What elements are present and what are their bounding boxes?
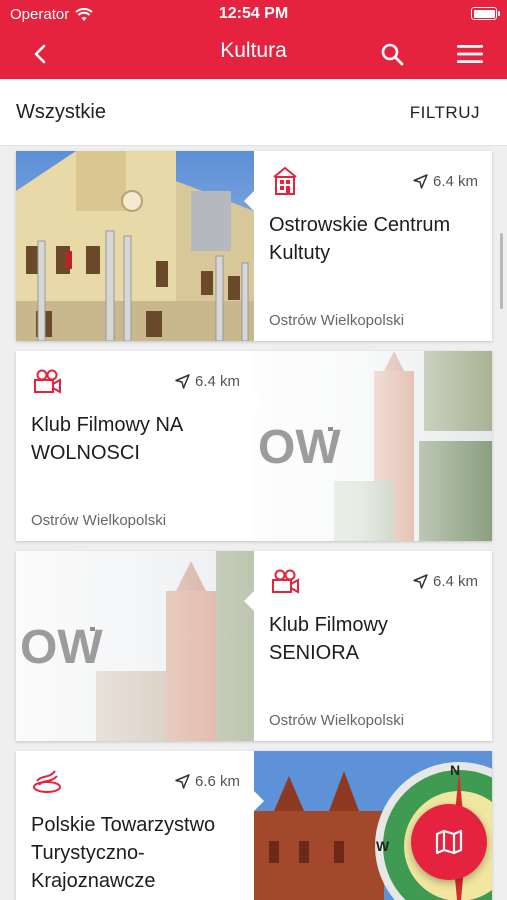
distance-value: 6.6 km <box>194 773 240 790</box>
place-city: Ostrów Wielkopolski <box>31 512 167 529</box>
location-arrow-icon <box>175 374 190 389</box>
app-header: Operator 12:54 PM Kultura <box>0 0 507 79</box>
place-card[interactable]: OW 6.4 km Klub Filmowy SENIORA Ostrów Wi… <box>16 551 492 741</box>
place-city: Ostrów Wielkopolski <box>269 712 405 729</box>
place-name: Ostrowskie Centrum Kultuty <box>269 214 451 264</box>
location-arrow-icon <box>413 174 428 189</box>
culture-house-icon <box>273 166 297 195</box>
place-name: Polskie Towarzystwo Turystyczno-Krajozna… <box>31 814 216 892</box>
distance-value: 6.4 km <box>432 573 478 590</box>
film-camera-icon <box>272 569 299 594</box>
all-categories-label[interactable]: Wszystkie <box>16 101 106 124</box>
location-arrow-icon <box>175 774 190 789</box>
map-button[interactable] <box>411 804 487 880</box>
page-title: Kultura <box>220 39 287 62</box>
place-info: 6.6 km Polskie Towarzystwo Turystyczno-K… <box>16 751 254 900</box>
location-arrow-icon <box>413 574 428 589</box>
place-photo <box>16 151 254 341</box>
hamburger-menu-icon <box>457 45 483 63</box>
place-photo: OW <box>254 351 492 541</box>
battery-icon <box>471 7 500 20</box>
map-icon <box>435 829 463 855</box>
filter-button[interactable]: FILTRUJ <box>410 103 480 123</box>
filter-bar: Wszystkie FILTRUJ <box>0 79 507 146</box>
place-city: Ostrów Wielkopolski <box>269 312 405 329</box>
places-list: 6.4 km Ostrowskie Centrum Kultuty Ostrów… <box>0 147 507 900</box>
place-info: 6.4 km Klub Filmowy NA WOLNOSCI Ostrów W… <box>16 351 254 541</box>
navigation-bar: Kultura <box>0 28 507 79</box>
status-bar: Operator 12:54 PM <box>0 0 507 28</box>
place-photo: OW <box>16 551 254 741</box>
place-name: Klub Filmowy NA WOLNOSCI <box>31 414 183 464</box>
place-info: 6.4 km Ostrowskie Centrum Kultuty Ostrów… <box>244 151 492 341</box>
distance: 6.4 km <box>175 373 240 390</box>
scroll-indicator[interactable] <box>500 233 503 309</box>
distance-value: 6.4 km <box>432 173 478 190</box>
distance-value: 6.4 km <box>194 373 240 390</box>
place-card[interactable]: 6.4 km Klub Filmowy NA WOLNOSCI Ostrów W… <box>16 351 492 541</box>
hiking-trail-icon <box>33 770 61 793</box>
distance: 6.4 km <box>413 173 478 190</box>
place-card[interactable]: 6.4 km Ostrowskie Centrum Kultuty Ostrów… <box>16 151 492 341</box>
place-info: 6.4 km Klub Filmowy SENIORA Ostrów Wielk… <box>244 551 492 741</box>
menu-button[interactable] <box>452 36 488 72</box>
search-button[interactable] <box>374 36 410 72</box>
svg-text:N: N <box>450 762 460 778</box>
status-time: 12:54 PM <box>218 5 289 22</box>
svg-text:W: W <box>376 838 390 854</box>
search-icon <box>381 43 404 66</box>
distance: 6.4 km <box>413 573 478 590</box>
distance: 6.6 km <box>175 773 240 790</box>
film-camera-icon <box>34 369 61 394</box>
place-name: Klub Filmowy SENIORA <box>269 614 388 664</box>
